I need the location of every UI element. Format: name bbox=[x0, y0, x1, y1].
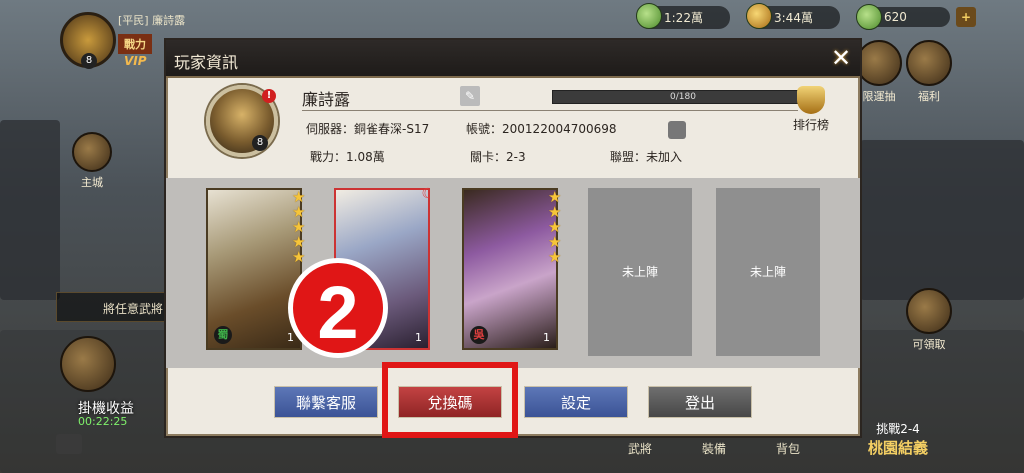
faction-icon: 蜀 bbox=[214, 326, 232, 344]
stage-challenge-label: 挑戰2-4 bbox=[876, 422, 920, 436]
card-count: 1 bbox=[543, 331, 550, 344]
profile-section: ! 8 廉詩露 ✎ 0/180 伺服器：銅雀春深-S17 帳號：20012200… bbox=[166, 80, 860, 176]
general-card[interactable]: ★ ★ ★ ★ ★ 吳 1 bbox=[462, 188, 561, 350]
player-portrait[interactable]: ! 8 bbox=[206, 85, 278, 157]
contact-support-button[interactable]: 聯繫客服 bbox=[274, 386, 378, 418]
stage-challenge-button[interactable]: 挑戰2-4 桃園結義 bbox=[868, 420, 928, 458]
player-avatar[interactable]: 8 bbox=[60, 12, 116, 69]
trophy-icon bbox=[797, 86, 825, 114]
highlight-box bbox=[382, 362, 518, 438]
player-hud-name: [平民] 廉詩露 bbox=[118, 14, 186, 27]
welfare-button[interactable]: 福利 bbox=[906, 40, 952, 104]
portrait-level-badge: 8 bbox=[252, 135, 268, 151]
account-info: 帳號：200122004700698 bbox=[466, 122, 617, 136]
moon-icon: ☾ bbox=[421, 186, 434, 202]
idle-reward-timer: 00:22:25 bbox=[78, 415, 128, 428]
tab-bag[interactable]: 背包 bbox=[776, 440, 800, 457]
resource-bar: 1:22萬 3:44萬 620 + bbox=[636, 2, 976, 30]
lucky-draw-button[interactable]: 限運抽 bbox=[856, 40, 902, 104]
faction-icon: 吳 bbox=[470, 326, 488, 344]
main-city-button[interactable]: 主城 bbox=[72, 132, 112, 190]
leaderboard-button[interactable]: 排行榜 bbox=[786, 86, 836, 133]
idle-reward-button[interactable] bbox=[60, 336, 116, 394]
chat-button[interactable] bbox=[56, 434, 82, 454]
tab-generals[interactable]: 武將 bbox=[628, 440, 652, 457]
power-info: 戰力：1.08萬 bbox=[310, 150, 385, 164]
main-city-icon bbox=[72, 132, 112, 172]
claim-icon bbox=[906, 288, 952, 334]
gem-icon bbox=[856, 4, 882, 30]
background-building bbox=[0, 120, 60, 300]
close-button[interactable]: ✕ bbox=[828, 46, 854, 72]
resource-coin: 3:44萬 bbox=[746, 2, 840, 29]
resource-jade: 1:22萬 bbox=[636, 2, 730, 29]
alliance-info: 聯盟：未加入 bbox=[610, 150, 683, 164]
team-lineup: ★ ★ ★ ★ ★ 蜀 1 ☾ 1 ★ ★ ★ ★ ★ 吳 1 未上陣 未上陣 bbox=[166, 178, 860, 368]
settings-button[interactable]: 設定 bbox=[524, 386, 628, 418]
tab-equipment[interactable]: 裝備 bbox=[702, 440, 726, 457]
lucky-draw-icon bbox=[856, 40, 902, 86]
server-info: 伺服器：銅雀春深-S17 bbox=[306, 122, 430, 136]
empty-slot[interactable]: 未上陣 bbox=[588, 188, 692, 356]
claim-button[interactable]: 可領取 bbox=[906, 288, 952, 352]
alert-icon: ! bbox=[262, 89, 276, 103]
player-name: 廉詩露 bbox=[302, 90, 351, 109]
player-hud-power: 戰力 bbox=[118, 34, 152, 54]
copy-account-button[interactable] bbox=[668, 121, 686, 139]
logout-button[interactable]: 登出 bbox=[648, 386, 752, 418]
vip-badge[interactable]: VIP bbox=[124, 54, 147, 68]
card-count: 1 bbox=[415, 331, 422, 344]
game-screen: 8 [平民] 廉詩露 戰力 VIP 1:22萬 3:44萬 620 + 限運抽 … bbox=[0, 0, 1024, 473]
card-count: 1 bbox=[287, 331, 294, 344]
welfare-icon bbox=[906, 40, 952, 86]
edit-name-button[interactable]: ✎ bbox=[460, 86, 480, 106]
dialog-title: 玩家資訊 bbox=[174, 53, 239, 72]
player-level-badge: 8 bbox=[81, 53, 97, 69]
exp-bar: 0/180 bbox=[552, 90, 814, 104]
star-rating: ★ ★ ★ ★ ★ bbox=[548, 188, 562, 266]
treasure-bag-icon bbox=[60, 336, 116, 392]
dialog-header: 玩家資訊 bbox=[166, 40, 860, 78]
jade-icon bbox=[636, 2, 662, 29]
stage-name: 桃園結義 bbox=[868, 439, 929, 457]
pencil-icon: ✎ bbox=[464, 89, 476, 103]
general-card[interactable]: ★ ★ ★ ★ ★ 蜀 1 bbox=[206, 188, 305, 350]
resource-gem: 620 bbox=[856, 4, 950, 30]
background-building bbox=[860, 140, 1024, 300]
hint-box[interactable]: 將任意武將 bbox=[56, 292, 168, 322]
divider bbox=[302, 110, 798, 111]
step-number-badge: 2 bbox=[288, 258, 388, 358]
star-rating: ★ ★ ★ ★ ★ bbox=[292, 188, 306, 266]
close-icon: ✕ bbox=[830, 44, 852, 72]
add-gem-button[interactable]: + bbox=[956, 7, 976, 27]
stage-info: 關卡：2-3 bbox=[470, 150, 526, 164]
coin-icon bbox=[746, 2, 772, 29]
empty-slot[interactable]: 未上陣 bbox=[716, 188, 820, 356]
